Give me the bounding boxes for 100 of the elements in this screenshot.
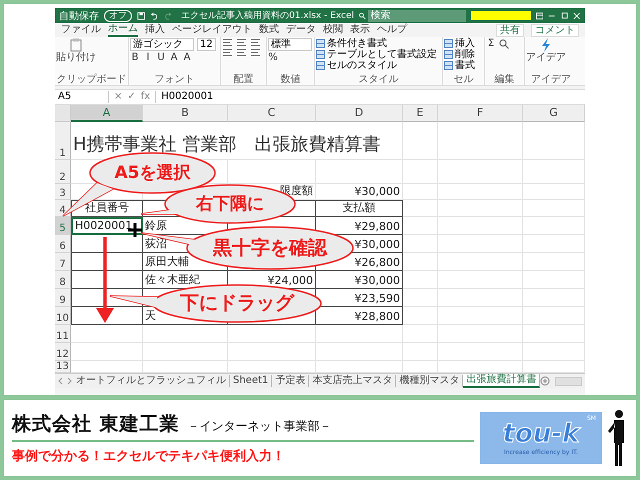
ribbon-button[interactable]: %	[268, 52, 278, 64]
group-label: 数値	[280, 74, 302, 85]
sheet-tab[interactable]: 予定表	[272, 375, 310, 387]
grid-cell	[523, 325, 585, 343]
grid-cell	[403, 253, 438, 271]
group-label: 配置	[232, 74, 254, 85]
ribbon-tab[interactable]: 校閲	[323, 24, 343, 36]
table-icon	[444, 61, 453, 70]
column-header[interactable]: D	[316, 105, 403, 122]
sheet-tab[interactable]: 出張旅費計算書	[463, 374, 540, 388]
grid-cell	[403, 271, 438, 289]
ribbon-button[interactable]: アイデア	[526, 38, 566, 63]
row-header[interactable]: 9	[55, 289, 71, 307]
ribbon-tab[interactable]: ファイル	[61, 24, 101, 36]
comment-button[interactable]: コメント	[531, 24, 579, 36]
row-header[interactable]: 13	[55, 361, 71, 373]
grid-cell	[403, 325, 438, 343]
ribbon-button[interactable]: 挿入	[444, 38, 475, 49]
ribbon-button[interactable]: Σ	[486, 38, 496, 50]
grid-cell	[403, 235, 438, 253]
row-header[interactable]: 12	[55, 343, 71, 361]
ribbon-dropdown[interactable]: 標準	[268, 38, 312, 51]
tagline: 事例で分かる！エクセルでテキパキ便利入力！	[12, 448, 286, 465]
redo-icon	[164, 10, 172, 20]
name-box[interactable]: A5	[58, 91, 109, 103]
sheet-tab[interactable]: Sheet1	[230, 375, 272, 387]
save-icon	[137, 10, 146, 20]
grid-cell	[523, 160, 585, 184]
ribbon-button[interactable]: A	[182, 52, 192, 64]
ribbon-button[interactable]: セルのスタイル	[316, 60, 397, 71]
table-cell: ¥30,000	[316, 271, 403, 289]
ribbon-tab[interactable]: ページレイアウト	[172, 24, 252, 36]
lines-icon	[236, 48, 247, 57]
row-header[interactable]: 1	[55, 122, 71, 160]
person-icon	[608, 409, 626, 467]
row-header[interactable]: 6	[55, 235, 71, 253]
grid-cell	[403, 184, 438, 200]
maximize-icon	[560, 12, 568, 20]
ribbon-button[interactable]: 削除	[444, 49, 475, 60]
grid-cell	[523, 343, 585, 361]
ribbon-button[interactable]: 条件付き書式	[316, 38, 387, 49]
row-header[interactable]: 3	[55, 184, 71, 200]
active-cell[interactable]: H0020001	[71, 217, 143, 235]
horizontal-scrollbar[interactable]	[555, 376, 582, 386]
formula-button[interactable]: ×	[114, 91, 122, 103]
group-label: セル	[452, 74, 474, 85]
row-header[interactable]: 8	[55, 271, 71, 289]
sheet-tab[interactable]: 本支店売上マスタ	[309, 375, 396, 387]
lines-icon	[222, 38, 233, 47]
formula-field[interactable]: H0020001	[155, 91, 585, 103]
ribbon-dropdown[interactable]: 游ゴシック	[130, 38, 194, 51]
ribbon-tab[interactable]: ヘルプ	[377, 24, 407, 36]
callout-text: A5を選択	[114, 164, 190, 182]
grid-cell	[71, 343, 143, 361]
row-header[interactable]: 10	[55, 307, 71, 325]
ribbon-button[interactable]: 貼り付け	[56, 38, 96, 63]
sheet-tab[interactable]: オートフィルとフラッシュフィル	[73, 375, 230, 387]
row-header[interactable]: 4	[55, 200, 71, 217]
row-header[interactable]: 11	[55, 325, 71, 343]
column-header[interactable]: F	[438, 105, 523, 122]
ribbon-button[interactable]: B	[130, 52, 140, 64]
share-button[interactable]: 共有	[496, 24, 524, 36]
row-header[interactable]: 2	[55, 160, 71, 184]
group-label: 編集	[494, 74, 516, 85]
grid-cell	[523, 235, 585, 253]
highlight-block	[470, 11, 531, 20]
column-header[interactable]: E	[403, 105, 438, 122]
autosave-toggle[interactable]: オフ	[104, 10, 132, 22]
group-label: スタイル	[358, 74, 400, 85]
table-icon	[316, 61, 325, 70]
formula-button[interactable]: fx	[140, 91, 150, 103]
search-field[interactable]: 検索	[368, 10, 466, 22]
column-header[interactable]: A	[71, 105, 143, 122]
column-header[interactable]: G	[523, 105, 585, 122]
ribbon-tab[interactable]: 挿入	[145, 24, 165, 36]
ribbon-tab[interactable]: 数式	[259, 24, 279, 36]
row-header[interactable]: 5	[55, 217, 71, 235]
ribbon-button[interactable]: テーブルとして書式設定	[316, 49, 437, 60]
ribbon-tab[interactable]: データ	[286, 24, 316, 36]
ribbon-button[interactable]: A	[169, 52, 179, 64]
ribbon-button[interactable]: U	[156, 52, 166, 64]
lines-icon	[236, 38, 247, 47]
ribbon-button[interactable]: 書式	[444, 60, 475, 71]
select-all-corner[interactable]	[55, 105, 71, 122]
grid-cell	[403, 200, 438, 217]
ribbon-dropdown[interactable]: 12	[197, 38, 216, 51]
undo-icon	[150, 10, 159, 20]
ribbon-button[interactable]: I	[143, 52, 153, 64]
grid-cell	[523, 122, 585, 160]
grid-cell	[403, 160, 438, 184]
group-label: フォント	[154, 74, 196, 85]
grid-cell	[71, 271, 143, 289]
lines-icon	[222, 48, 233, 57]
row-header[interactable]: 7	[55, 253, 71, 271]
formula-button[interactable]: ✓	[127, 91, 136, 103]
column-header[interactable]: C	[228, 105, 316, 122]
ribbon-tab[interactable]: 表示	[350, 24, 370, 36]
grid-cell	[403, 122, 438, 160]
column-header[interactable]: B	[143, 105, 228, 122]
grid-cell	[403, 307, 438, 325]
